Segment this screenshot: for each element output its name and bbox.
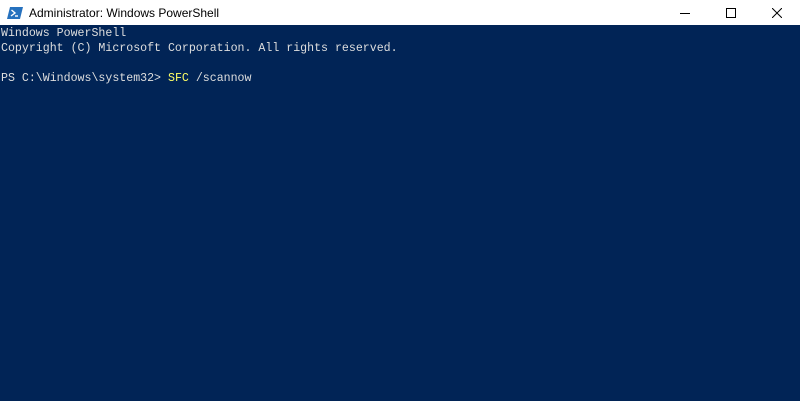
- prompt-text: PS C:\Windows\system32>: [1, 72, 168, 85]
- title-bar[interactable]: Administrator: Windows PowerShell: [0, 0, 800, 25]
- close-button[interactable]: [754, 0, 800, 25]
- console-area[interactable]: Windows PowerShell Copyright (C) Microso…: [0, 25, 800, 401]
- command-text: SFC: [167, 72, 189, 85]
- prompt-line[interactable]: PS C:\Windows\system32> SFC /scannow: [1, 71, 800, 86]
- minimize-icon: [680, 12, 690, 14]
- powershell-icon[interactable]: [7, 5, 23, 21]
- window-controls: [662, 0, 800, 25]
- banner-line-copyright: Copyright (C) Microsoft Corporation. All…: [1, 42, 398, 55]
- command-argument: /scannow: [188, 72, 252, 85]
- close-icon: [772, 7, 782, 18]
- minimize-button[interactable]: [662, 0, 708, 25]
- powershell-window: Administrator: Windows PowerShell Window…: [0, 0, 800, 401]
- maximize-icon: [726, 7, 736, 18]
- banner-line-title: Windows PowerShell: [1, 27, 127, 40]
- maximize-button[interactable]: [708, 0, 754, 25]
- window-title: Administrator: Windows PowerShell: [29, 5, 220, 20]
